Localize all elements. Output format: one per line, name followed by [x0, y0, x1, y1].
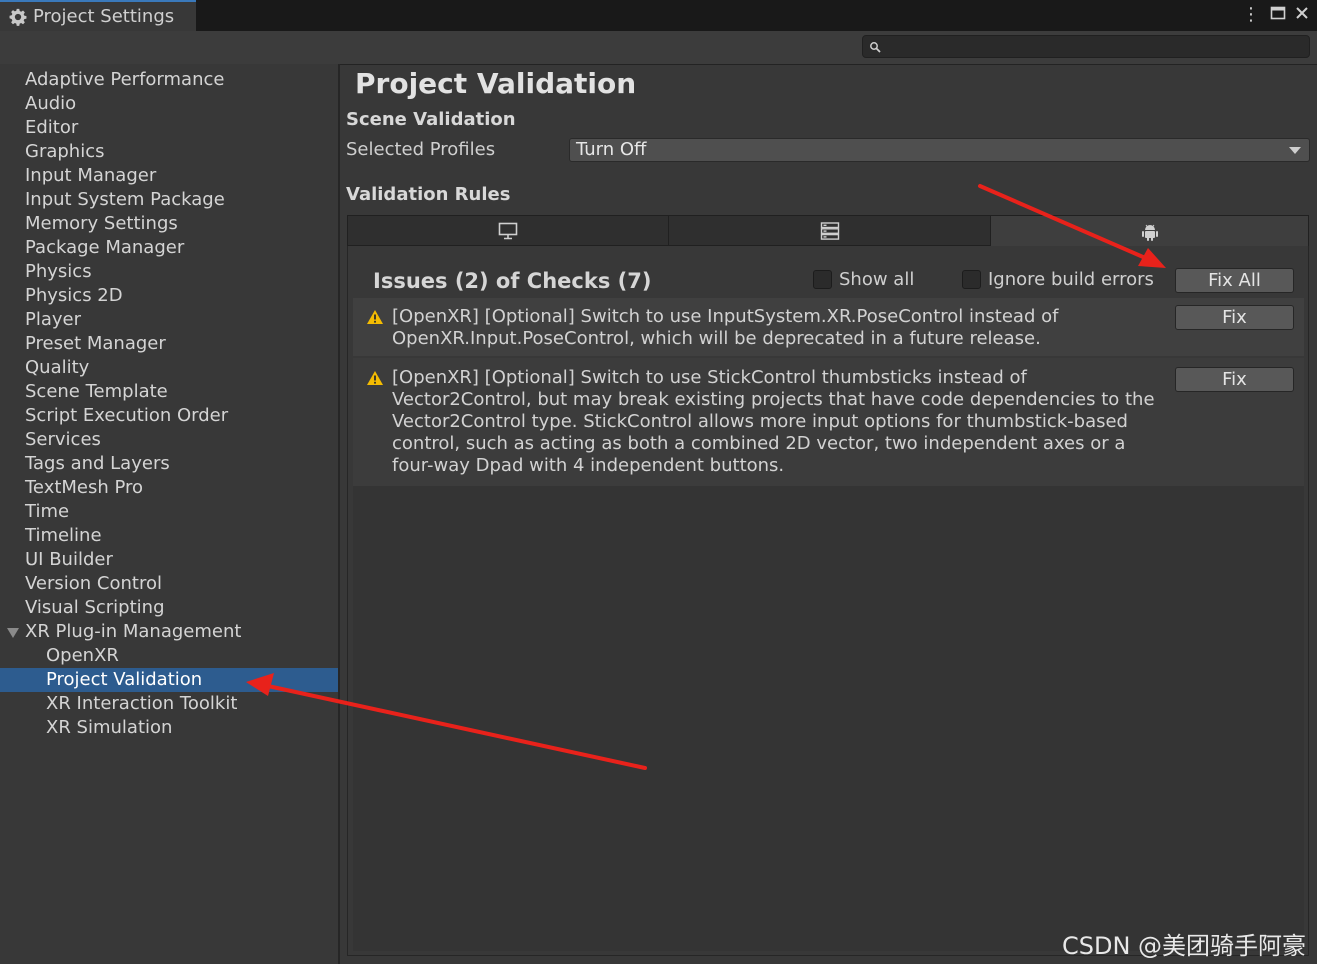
fix-button[interactable]: Fix	[1175, 367, 1294, 392]
scene-validation-heading: Scene Validation	[346, 109, 516, 130]
issues-summary: Issues (2) of Checks (7)	[373, 269, 652, 293]
sidebar-item[interactable]: Preset Manager	[0, 332, 363, 356]
sidebar-item[interactable]: Version Control	[0, 572, 363, 596]
maximize-icon[interactable]	[1268, 5, 1288, 25]
search-icon	[870, 42, 881, 53]
show-all-label: Show all	[839, 269, 915, 290]
sidebar-item[interactable]: Audio	[0, 92, 363, 116]
sidebar-item[interactable]: Quality	[0, 356, 363, 380]
sidebar-item[interactable]: Graphics	[0, 140, 363, 164]
ignore-build-errors-label: Ignore build errors	[988, 269, 1154, 290]
watermark: CSDN @美团骑手阿豪	[1062, 932, 1307, 960]
issue-message: [OpenXR] [Optional] Switch to use InputS…	[392, 306, 1162, 350]
sidebar-item[interactable]: Scene Template	[0, 380, 363, 404]
expand-triangle-icon[interactable]	[7, 628, 19, 638]
monitor-icon	[498, 222, 518, 240]
tab-standalone[interactable]	[347, 215, 669, 246]
sidebar-item[interactable]: TextMesh Pro	[0, 476, 363, 500]
selected-profiles-label: Selected Profiles	[346, 139, 496, 160]
validation-rules-heading: Validation Rules	[346, 184, 511, 205]
page-title: Project Validation	[355, 67, 637, 100]
issue-line: [OpenXR] [Optional] Switch to use InputS…	[392, 306, 1059, 327]
issue-line: Vector2Control, but may break existing p…	[392, 389, 1155, 410]
sidebar-item[interactable]: Editor	[0, 116, 363, 140]
android-icon	[1141, 224, 1158, 241]
sidebar-item[interactable]: Services	[0, 428, 363, 452]
issue-line: control, such as acting as both a combin…	[392, 433, 1126, 454]
gear-icon	[9, 8, 27, 26]
window-titlebar: Project Settings ⋮	[0, 0, 1317, 31]
tab-android[interactable]	[990, 215, 1309, 246]
more-options-icon[interactable]: ⋮	[1241, 5, 1261, 25]
issue-line: Vector2Control type. StickControl allows…	[392, 411, 1128, 432]
sidebar-item[interactable]: Package Manager	[0, 236, 363, 260]
sidebar-item[interactable]: Input Manager	[0, 164, 363, 188]
sidebar-item[interactable]: UI Builder	[0, 548, 363, 572]
chevron-down-icon	[1289, 147, 1301, 154]
warning-icon	[367, 310, 383, 324]
sidebar-subitem[interactable]: XR Simulation	[0, 716, 338, 740]
tab-server[interactable]	[668, 215, 991, 246]
sidebar-item[interactable]: Player	[0, 308, 363, 332]
project-settings-tab[interactable]: Project Settings	[0, 0, 196, 31]
sidebar-item[interactable]: Physics 2D	[0, 284, 363, 308]
sidebar-subitem[interactable]: XR Interaction Toolkit	[0, 692, 338, 716]
show-all-checkbox[interactable]	[813, 270, 832, 289]
selected-profiles-dropdown[interactable]: Turn Off	[569, 138, 1310, 162]
sidebar-item[interactable]: Script Execution Order	[0, 404, 363, 428]
issue-line: [OpenXR] [Optional] Switch to use StickC…	[392, 367, 1027, 388]
window-title: Project Settings	[33, 6, 175, 27]
sidebar-item[interactable]: Timeline	[0, 524, 363, 548]
sidebar-item[interactable]: Tags and Layers	[0, 452, 363, 476]
selected-profiles-value: Turn Off	[576, 139, 647, 160]
sidebar-item[interactable]: Input System Package	[0, 188, 363, 212]
sidebar-item[interactable]: Adaptive Performance	[0, 68, 363, 92]
warning-icon	[367, 371, 383, 385]
sidebar-subitem[interactable]: OpenXR	[0, 644, 338, 668]
close-icon[interactable]	[1292, 5, 1312, 25]
sidebar-item[interactable]: Physics	[0, 260, 363, 284]
sidebar-item[interactable]: Time	[0, 500, 363, 524]
fix-all-button[interactable]: Fix All	[1175, 268, 1294, 293]
issue-message: [OpenXR] [Optional] Switch to use StickC…	[392, 367, 1162, 477]
sidebar-item[interactable]: Memory Settings	[0, 212, 363, 236]
issue-line: OpenXR.Input.PoseControl, which will be …	[392, 328, 1041, 349]
platform-tabs	[347, 215, 1309, 246]
fix-button[interactable]: Fix	[1175, 305, 1294, 330]
sidebar-item[interactable]: Visual Scripting	[0, 596, 363, 620]
sidebar-subitem[interactable]: Project Validation	[0, 668, 338, 692]
issues-empty-area	[353, 486, 1304, 951]
sidebar-item[interactable]: XR Plug-in Management	[0, 620, 363, 644]
search-input[interactable]	[862, 35, 1310, 58]
ignore-build-errors-checkbox[interactable]	[962, 270, 981, 289]
issue-line: four-way Dpad with 4 independent buttons…	[392, 455, 785, 476]
server-icon	[820, 222, 839, 240]
